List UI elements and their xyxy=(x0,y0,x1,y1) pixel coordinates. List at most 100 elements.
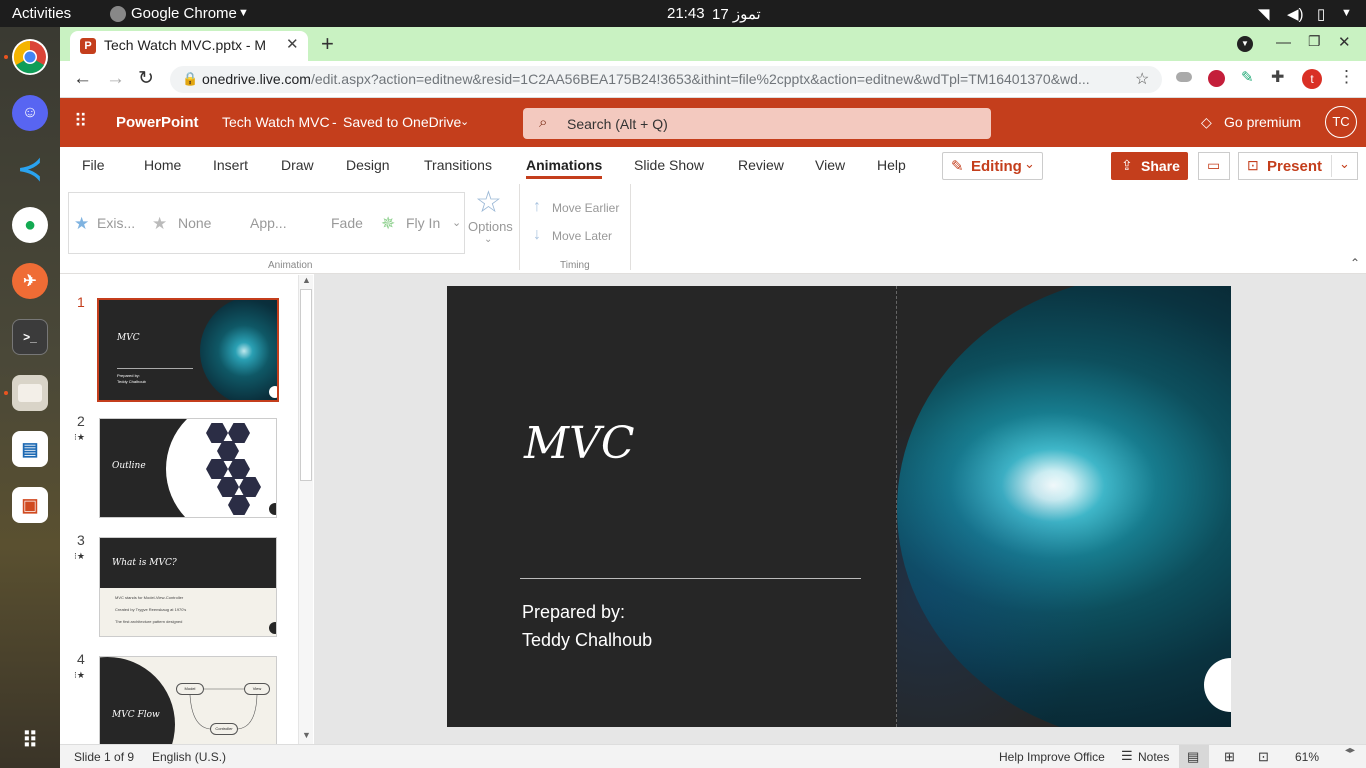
scrollbar-thumb[interactable] xyxy=(300,289,312,481)
reload-icon[interactable]: ↻ xyxy=(138,67,154,90)
animation-fade[interactable]: Fade xyxy=(331,215,363,231)
prepared-by-label[interactable]: Prepared by: xyxy=(522,602,625,623)
status-overflow-icon[interactable]: ◂▸ xyxy=(1345,745,1355,756)
scroll-down-icon[interactable]: ▼ xyxy=(302,730,311,740)
url-text[interactable]: onedrive.live.com/edit.aspx?action=editn… xyxy=(202,71,1127,87)
go-premium-link[interactable]: Go premium xyxy=(1224,114,1301,130)
share-button[interactable]: ⇪ Share xyxy=(1111,152,1188,180)
mongodb-compass-icon[interactable]: ● xyxy=(12,207,48,243)
tab-animations[interactable]: Animations xyxy=(526,157,602,173)
notes-icon[interactable]: ☰ xyxy=(1121,748,1133,764)
gallery-expand-icon[interactable]: ⌄ xyxy=(452,216,461,229)
fly-in-star-icon[interactable]: ✵ xyxy=(381,214,395,234)
address-bar[interactable]: 🔒 onedrive.live.com/edit.aspx?action=edi… xyxy=(170,66,1162,93)
profile-avatar[interactable]: t xyxy=(1302,69,1322,89)
system-menu-arrow-icon[interactable]: ▼ xyxy=(1341,7,1352,19)
tab-view[interactable]: View xyxy=(815,157,845,173)
postman-icon[interactable]: ✈ xyxy=(12,263,48,299)
tab-review[interactable]: Review xyxy=(738,157,784,173)
slide-title[interactable]: MVC xyxy=(524,418,635,469)
slide-thumbnail-1[interactable]: MVC Prepared by: Teddy Chalhoub xyxy=(97,298,279,402)
show-apps-icon[interactable]: ⠿ xyxy=(12,723,48,759)
tab-file[interactable]: File xyxy=(82,157,105,173)
exis-star-icon[interactable]: ★ xyxy=(74,214,89,234)
search-box[interactable]: ⌕ Search (Alt + Q) xyxy=(523,108,991,139)
impress-icon[interactable]: ▣ xyxy=(12,487,48,523)
scroll-up-icon[interactable]: ▲ xyxy=(302,275,311,285)
document-title[interactable]: Tech Watch MVC xyxy=(222,114,330,130)
tab-home[interactable]: Home xyxy=(144,157,181,173)
slide-counter[interactable]: Slide 1 of 9 xyxy=(74,750,134,764)
vscode-icon[interactable]: ≺ xyxy=(12,151,48,187)
tab-slide-show[interactable]: Slide Show xyxy=(634,157,704,173)
close-window-icon[interactable]: ✕ xyxy=(1338,33,1351,51)
animation-exis[interactable]: Exis... xyxy=(97,215,135,231)
app-menu-arrow-icon[interactable]: ▼ xyxy=(238,7,249,19)
tab-transitions[interactable]: Transitions xyxy=(424,157,492,173)
present-chevron-icon[interactable]: ⌄ xyxy=(1339,156,1350,172)
slide-thumbnail-2[interactable]: Outline xyxy=(99,418,277,518)
close-tab-icon[interactable]: ✕ xyxy=(286,35,299,53)
present-button[interactable]: ⊡ Present ⌄ xyxy=(1238,152,1358,180)
extensions-puzzle-icon[interactable]: ✚ xyxy=(1271,67,1284,87)
move-earlier-button[interactable]: Move Earlier xyxy=(552,201,619,215)
tab-search-icon[interactable]: ▼ xyxy=(1237,36,1253,52)
tab-help[interactable]: Help xyxy=(877,157,906,173)
extension-dropper-icon[interactable]: ✎ xyxy=(1241,68,1254,86)
author-name[interactable]: Teddy Chalhoub xyxy=(522,630,652,651)
arrow-up-icon[interactable]: ↑ xyxy=(533,198,541,216)
app-name[interactable]: PowerPoint xyxy=(116,114,199,131)
animation-appear[interactable]: App... xyxy=(250,215,287,231)
files-icon[interactable] xyxy=(12,375,48,411)
tab-draw[interactable]: Draw xyxy=(281,157,314,173)
tab-insert[interactable]: Insert xyxy=(213,157,248,173)
clock-time[interactable]: 21:43 xyxy=(667,5,705,22)
notes-button[interactable]: Notes xyxy=(1138,750,1169,764)
slide-thumbnail-3[interactable]: What is MVC? MVC stands for Model-View-C… xyxy=(99,537,277,637)
language-indicator[interactable]: English (U.S.) xyxy=(152,750,226,764)
terminal-icon[interactable]: >_ xyxy=(12,319,48,355)
bookmark-star-icon[interactable]: ☆ xyxy=(1135,69,1149,89)
app-menu[interactable]: Google Chrome xyxy=(131,5,237,22)
options-star-icon[interactable]: ☆ xyxy=(475,185,502,220)
collapse-ribbon-icon[interactable]: ⌃ xyxy=(1350,256,1360,270)
move-later-button[interactable]: Move Later xyxy=(552,229,612,243)
new-tab-button[interactable]: + xyxy=(321,31,334,57)
thumbnail-scrollbar[interactable]: ▲ ▼ xyxy=(298,275,313,744)
slide-sorter-icon[interactable]: ⊞ xyxy=(1224,749,1235,765)
account-avatar[interactable]: TC xyxy=(1325,106,1357,138)
comments-button[interactable]: ▭ xyxy=(1198,152,1230,180)
save-status[interactable]: Saved to OneDrive xyxy=(343,114,461,130)
animation-fly-in[interactable]: Fly In xyxy=(406,215,440,231)
help-improve-link[interactable]: Help Improve Office xyxy=(999,750,1105,764)
animation-none[interactable]: None xyxy=(178,215,211,231)
lock-icon[interactable]: 🔒 xyxy=(182,71,198,87)
save-status-chevron-icon[interactable]: ⌄ xyxy=(460,115,469,128)
app-launcher-icon[interactable]: ⠿ xyxy=(74,111,87,132)
none-star-icon[interactable]: ★ xyxy=(152,214,167,234)
reading-view-icon[interactable]: ⊡ xyxy=(1258,749,1269,765)
chrome-icon[interactable] xyxy=(12,39,48,75)
wifi-icon[interactable]: ◥ xyxy=(1258,5,1270,23)
battery-icon[interactable]: ▯ xyxy=(1317,5,1325,23)
slide-canvas[interactable]: MVC Prepared by: Teddy Chalhoub xyxy=(447,286,1231,727)
extension-icon[interactable] xyxy=(1208,70,1225,87)
editing-mode-button[interactable]: ✎ Editing ⌄ xyxy=(942,152,1043,180)
options-chevron-icon[interactable]: ⌄ xyxy=(484,234,492,245)
discord-icon[interactable]: ☺ xyxy=(12,95,48,131)
clock-date[interactable]: تموز 17 xyxy=(712,5,761,23)
tab-design[interactable]: Design xyxy=(346,157,390,173)
zoom-level[interactable]: 61% xyxy=(1295,750,1319,764)
browser-tab[interactable]: P Tech Watch MVC.pptx - M ✕ xyxy=(70,31,308,61)
restore-window-icon[interactable]: ❐ xyxy=(1308,33,1321,50)
writer-icon[interactable]: ▤ xyxy=(12,431,48,467)
forward-icon[interactable]: → xyxy=(106,68,125,90)
slide-thumbnail-4[interactable]: MVC Flow Model View Controller xyxy=(99,656,277,744)
options-button[interactable]: Options xyxy=(468,219,513,234)
extension-toggle-icon[interactable] xyxy=(1176,72,1192,82)
chrome-menu-icon[interactable]: ⋮ xyxy=(1338,67,1355,87)
minimize-window-icon[interactable]: — xyxy=(1276,34,1291,51)
volume-icon[interactable]: ◀) xyxy=(1287,5,1304,23)
activities-button[interactable]: Activities xyxy=(12,5,71,22)
back-icon[interactable]: ← xyxy=(73,68,92,90)
